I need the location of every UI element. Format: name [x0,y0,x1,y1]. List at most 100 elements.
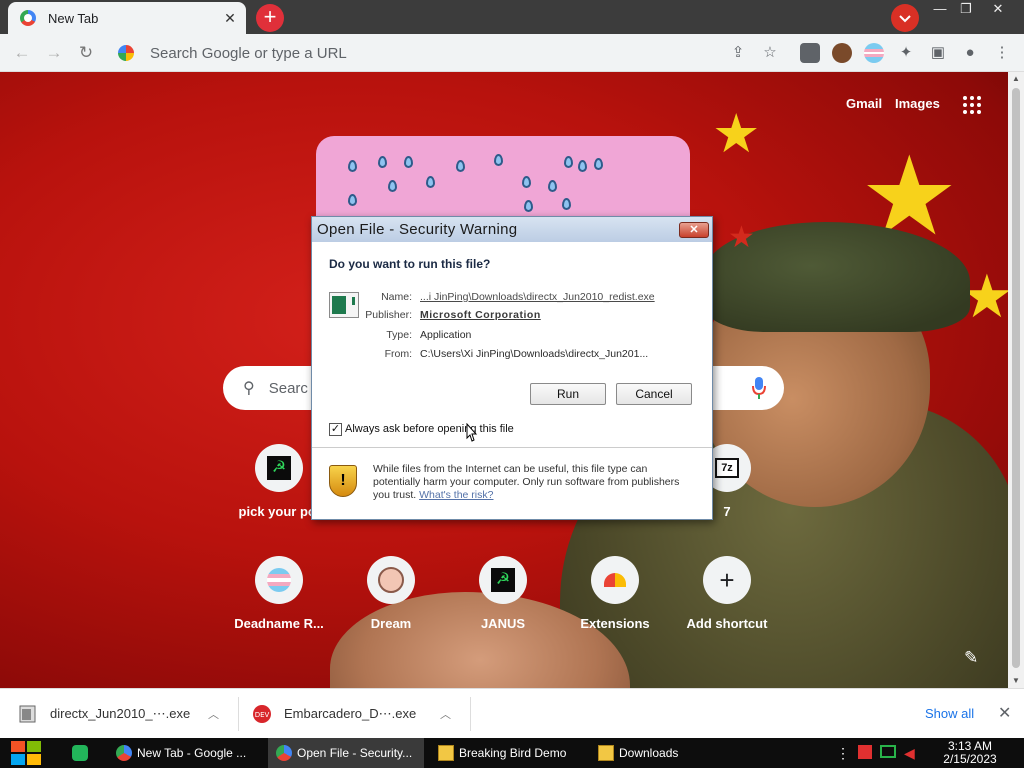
installer-file-icon [19,705,36,723]
minimize-button[interactable]: — [926,0,954,18]
ublock-icon[interactable] [800,43,820,63]
field-name-value[interactable]: ...i JinPing\Downloads\directx_Jun2010_r… [420,291,690,303]
mouse-cursor-icon [466,423,478,442]
profile-avatar-icon[interactable]: ● [960,43,980,63]
share-icon[interactable]: ⇪ [728,43,748,63]
reload-icon[interactable]: ↻ [76,43,96,63]
dialog-question: Do you want to run this file? [329,257,491,271]
images-link[interactable]: Images [895,96,940,111]
extension-flag-icon[interactable] [864,43,884,63]
dialog-divider [312,447,712,448]
shortcut-add[interactable]: + Add shortcut [671,556,783,668]
microphone-icon[interactable] [752,376,766,400]
shortcut-dream[interactable]: Dream [335,556,447,668]
warning-shield-icon: ! [329,465,357,497]
plus-icon: + [719,564,735,595]
tray-volume-icon[interactable]: ◀ [904,745,915,761]
tab-new-tab[interactable]: New Tab ✕ [8,2,246,34]
side-panel-icon[interactable]: ▣ [928,43,948,63]
omnibox[interactable]: Search Google or type a URL [110,38,790,68]
shelf-close-icon[interactable]: ✕ [998,703,1011,723]
scroll-up-icon[interactable]: ▲ [1008,72,1024,86]
taskbar-downloads[interactable]: Downloads [590,738,746,768]
field-type: Type: Application [312,329,712,343]
download-item-embarcadero[interactable]: DEV Embarcadero_D⋯.exe ︿ [252,689,466,739]
taskbar-label: New Tab - Google ... [137,746,247,760]
gmail-link[interactable]: Gmail [846,96,882,111]
download-shelf: directx_Jun2010_⋯.exe ︿ DEV Embarcadero_… [0,688,1024,738]
trans-flag-icon [267,568,291,592]
chevron-up-icon[interactable]: ︿ [208,706,219,722]
field-name-key: Name: [381,291,412,303]
new-tab-button[interactable]: + [256,4,284,32]
show-all-downloads-link[interactable]: Show all [925,706,974,721]
chrome-icon [20,10,36,26]
tab-title: New Tab [48,10,99,26]
taskbar-new-tab[interactable]: New Tab - Google ... [108,738,264,768]
back-arrow-icon[interactable]: ← [12,43,32,63]
shortcut-janus[interactable]: ☭ JANUS [447,556,559,668]
sevenzip-icon: 7z [715,458,739,478]
run-button[interactable]: Run [530,383,606,405]
chat-app-icon [72,745,88,761]
google-apps-icon[interactable] [963,96,981,114]
search-icon: ⚲ [243,380,255,397]
download-separator [238,697,239,731]
taskbar-breaking-bird[interactable]: Breaking Bird Demo [430,738,586,768]
page-scrollbar[interactable]: ▲ ▼ [1008,72,1024,688]
warning-text-block: While files from the Internet can be use… [373,463,693,502]
shortcut-deadname[interactable]: Deadname R... [223,556,335,668]
dev-cpp-icon: DEV [253,705,271,723]
field-publisher-value[interactable]: Microsoft Corporation [420,309,690,321]
dialog-titlebar[interactable]: Open File - Security Warning ✕ [312,217,712,242]
dream-avatar-icon [378,567,404,593]
svg-text:DEV: DEV [255,711,270,719]
scroll-down-icon[interactable]: ▼ [1008,674,1024,688]
shortcut-icon-circle: ☭ [255,444,303,492]
field-from: From: C:\Users\Xi JinPing\Downloads\dire… [312,348,712,362]
customize-pencil-icon[interactable]: ✎ [964,648,978,668]
taskbar-chat-app[interactable] [72,738,96,768]
shortcut-label: Add shortcut [686,616,768,631]
whats-the-risk-link[interactable]: What's the risk? [419,489,493,501]
field-name: Name: ...i JinPing\Downloads\directx_Jun… [312,291,712,305]
chevron-up-icon[interactable]: ︿ [440,706,451,722]
tab-search-chevron-icon[interactable] [891,4,919,32]
restore-button[interactable]: ❐ [952,0,980,18]
dialog-close-button[interactable]: ✕ [679,222,709,238]
windows-start-icon[interactable] [8,739,46,767]
security-warning-dialog: Open File - Security Warning ✕ Do you wa… [311,216,713,520]
shortcut-icon-circle: ☭ [479,556,527,604]
windows-taskbar: New Tab - Google ... Open File - Securit… [0,738,1024,768]
taskbar-clock[interactable]: 3:13 AM 2/15/2023 [938,740,1002,766]
bookmark-star-icon[interactable]: ☆ [760,43,780,63]
browser-toolbar: ← → ↻ Search Google or type a URL ⇪ ☆ ✦ … [0,34,1024,72]
chrome-icon [276,745,292,761]
field-from-value: C:\Users\Xi JinPing\Downloads\directx_Ju… [420,348,649,360]
field-from-key: From: [384,348,412,360]
taskbar-open-file[interactable]: Open File - Security... [268,738,424,768]
google-g-icon [118,45,134,61]
shortcut-label: Dream [370,616,412,631]
scrollbar-thumb[interactable] [1012,88,1020,668]
shortcut-icon-circle [591,556,639,604]
always-ask-label[interactable]: Always ask before opening this file [345,423,514,435]
tray-network-icon[interactable] [880,745,896,758]
always-ask-checkbox[interactable]: ✓ [329,423,342,436]
shortcut-extensions[interactable]: Extensions [559,556,671,668]
chrome-icon [116,745,132,761]
forward-arrow-icon[interactable]: → [44,43,64,63]
tray-flag-icon[interactable] [858,745,872,759]
field-type-value: Application [420,329,472,341]
tab-close-icon[interactable]: ✕ [222,10,238,27]
extensions-puzzle-icon[interactable]: ✦ [896,43,916,63]
menu-kebab-icon[interactable]: ⋮ [992,43,1012,63]
tray-overflow-icon[interactable]: ⋮ [836,745,850,761]
window-close-button[interactable]: ✕ [984,0,1012,18]
shortcut-icon-circle: + [703,556,751,604]
flag-star-icon: ★ [712,104,761,164]
download-item-directx[interactable]: directx_Jun2010_⋯.exe ︿ [18,689,232,739]
cancel-button[interactable]: Cancel [616,383,692,405]
shortcut-label: JANUS [480,616,526,631]
extension-avatar-icon[interactable] [832,43,852,63]
